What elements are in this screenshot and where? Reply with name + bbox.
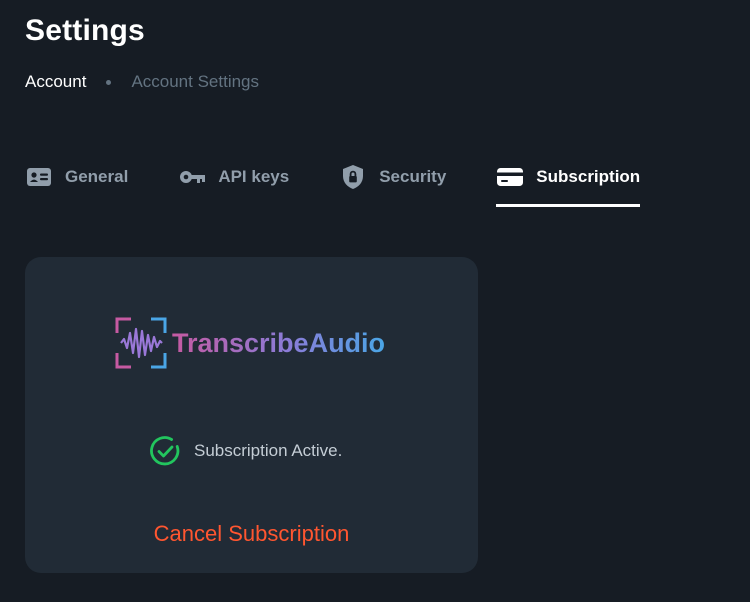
tab-security[interactable]: Security: [339, 160, 446, 194]
tab-subscription[interactable]: Subscription: [496, 160, 641, 207]
breadcrumb-separator: [106, 79, 112, 85]
subscription-card: TranscribeAudio Subscription Active. Can…: [25, 257, 478, 573]
tab-general[interactable]: General: [25, 160, 128, 194]
breadcrumb-account[interactable]: Account: [25, 72, 86, 92]
tab-general-label: General: [65, 167, 129, 186]
breadcrumb-current: Account Settings: [131, 72, 260, 91]
credit-card-icon: [496, 163, 524, 191]
settings-tabs: General API keys Security Subscription: [25, 160, 640, 208]
tab-api-keys-label: API keys: [218, 167, 290, 186]
page-title: Settings: [25, 14, 145, 47]
tab-subscription-label: Subscription: [536, 167, 641, 186]
check-circle-icon: [150, 436, 180, 466]
transcribeaudio-logo: TranscribeAudio: [115, 317, 385, 369]
tab-api-keys[interactable]: API keys: [178, 160, 289, 194]
subscription-status-text: Subscription Active.: [194, 441, 343, 460]
breadcrumb: Account Account Settings: [25, 72, 259, 92]
shield-lock-icon: [339, 163, 367, 191]
cancel-subscription-button[interactable]: Cancel Subscription: [25, 521, 478, 547]
subscription-status: Subscription Active.: [149, 435, 342, 467]
key-icon: [178, 163, 206, 191]
brand-name: TranscribeAudio: [172, 327, 386, 358]
audio-wave-logo-icon: [115, 317, 167, 369]
tab-security-label: Security: [379, 167, 447, 186]
id-card-icon: [25, 163, 53, 191]
